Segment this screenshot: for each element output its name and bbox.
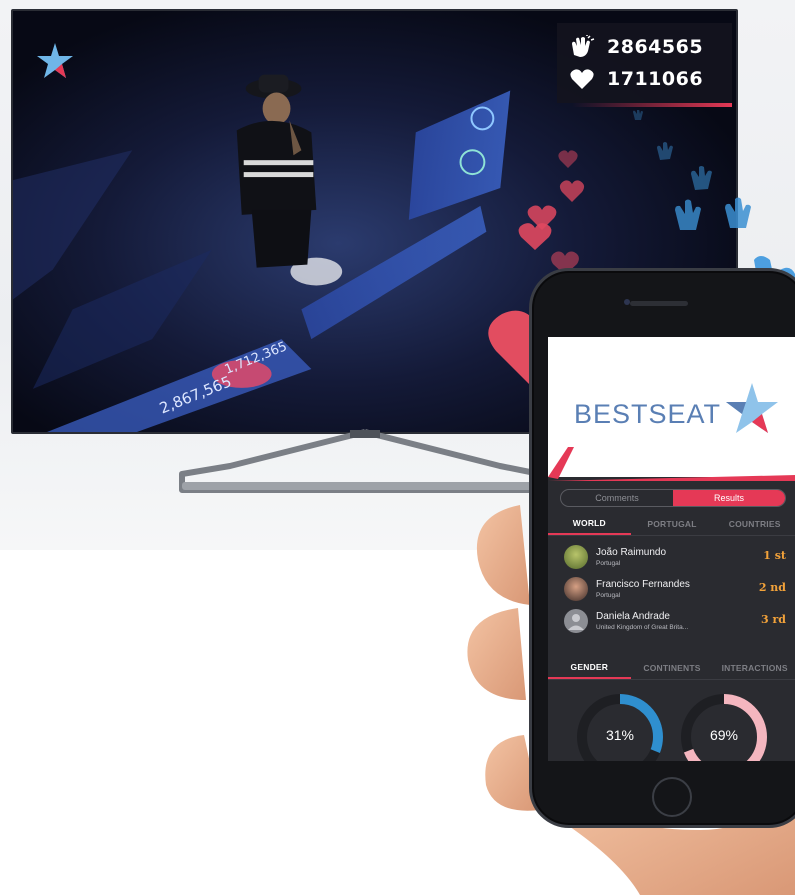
gender-chart: 31% 69% [548,687,795,761]
live-stats-panel: 2864565 1711066 [557,23,732,107]
phone-speaker [630,301,688,306]
header-accent-shape [548,447,795,481]
smartphone: BESTSEAT Comments Results WORLD PORTUGAL… [529,268,795,828]
donut-value: 69% [709,727,739,743]
phone-camera [624,299,630,305]
gender-donut-male: 31% [574,691,666,761]
clapping-hands-icon [572,35,595,57]
star-logo-icon [726,383,778,433]
heart-icon [570,69,594,89]
tv-stand [179,429,543,493]
tab-world[interactable]: WORLD [548,513,631,535]
ranking-list: João Raimundo Portugal 1 st Francisco Fe… [548,541,795,637]
donut-value: 31% [605,727,635,743]
tab-interactions[interactable]: INTERACTIONS [713,657,795,679]
likes-stat: 1711066 [569,63,720,95]
rank-place: 1 st [763,549,786,562]
toggle-comments[interactable]: Comments [561,490,673,506]
home-button[interactable] [652,777,692,817]
brand-logo-text: BESTSEAT [574,399,722,429]
list-item[interactable]: Daniela Andrade United Kingdom of Great … [548,605,795,637]
divider [548,679,795,680]
star-logo-icon [37,43,73,78]
toggle-results[interactable]: Results [673,490,785,506]
tab-countries[interactable]: COUNTRIES [713,513,795,535]
user-placeholder-icon [568,614,584,630]
stat-tabs: GENDER CONTINENTS INTERACTIONS [548,657,795,679]
likes-count: 1711066 [607,68,704,90]
claps-count: 2864565 [607,36,704,58]
tab-gender[interactable]: GENDER [548,657,631,679]
divider [548,535,795,536]
tab-continents[interactable]: CONTINENTS [631,657,714,679]
gender-donut-female: 69% [678,691,770,761]
avatar [564,545,588,569]
comments-results-toggle: Comments Results [560,489,786,507]
avatar [564,577,588,601]
rank-place: 3 rd [761,613,786,626]
list-item[interactable]: João Raimundo Portugal 1 st [548,541,795,573]
rank-place: 2 nd [758,581,786,594]
tab-portugal[interactable]: PORTUGAL [631,513,714,535]
claps-stat: 2864565 [569,31,720,63]
region-tabs: WORLD PORTUGAL COUNTRIES [548,513,795,535]
avatar [564,609,588,633]
list-item[interactable]: Francisco Fernandes Portugal 2 nd [548,573,795,605]
app-screen: BESTSEAT Comments Results WORLD PORTUGAL… [548,337,795,761]
